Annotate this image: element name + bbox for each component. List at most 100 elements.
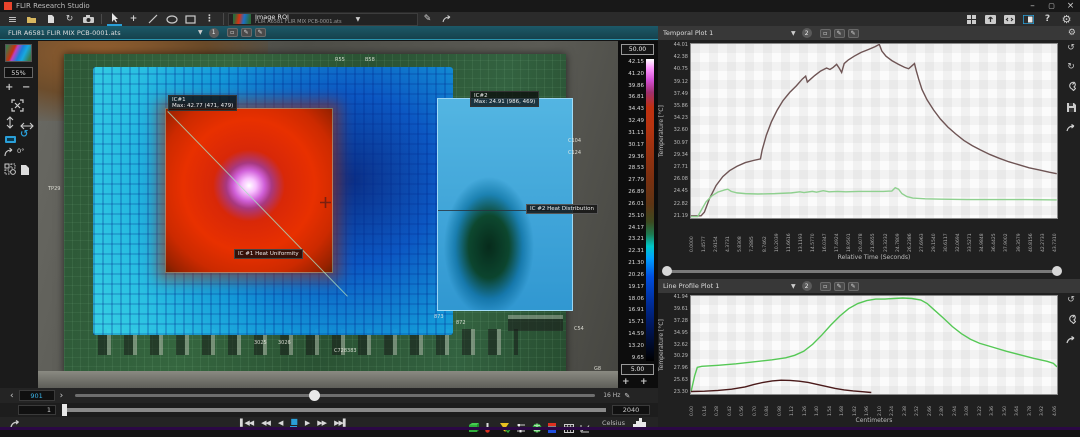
close-button[interactable]: ×	[1063, 0, 1078, 13]
frame-slider[interactable]	[75, 390, 595, 401]
edit-roi-pen-icon[interactable]: ✎	[420, 13, 435, 26]
more-options-icon[interactable]: ⋮	[202, 13, 217, 26]
line-profile-plot-area[interactable]	[690, 295, 1058, 395]
scale-gradient-bar[interactable]	[646, 59, 654, 361]
skip-start-button[interactable]: ▌◀◀	[240, 419, 253, 427]
wrench-icon[interactable]	[1066, 81, 1076, 94]
trim-handle[interactable]	[62, 404, 67, 416]
frame-slider-handle[interactable]	[309, 390, 320, 401]
trim-track[interactable]	[62, 408, 606, 412]
current-frame-value[interactable]: 901	[19, 390, 55, 401]
rotation-value: 0°	[17, 147, 24, 155]
temporal-x-ticks: 0.00001.45772.91544.37315.83087.28858.74…	[690, 222, 1058, 252]
plot-settings-gear-icon[interactable]: ⚙	[1068, 28, 1076, 38]
temporal-plot-title[interactable]: Temporal Plot 1	[663, 29, 791, 37]
record-cube-icon[interactable]	[468, 418, 480, 428]
palette-range-icon[interactable]	[548, 418, 560, 428]
annotate-panel-button[interactable]: ✎	[255, 28, 266, 37]
line-profile-title[interactable]: Line Profile Plot 1	[663, 282, 791, 290]
line-tool[interactable]	[145, 13, 160, 26]
range-handle-left[interactable]	[662, 266, 672, 276]
units-value[interactable]: Celsius	[602, 419, 625, 427]
filter-funnel-icon[interactable]	[500, 418, 512, 428]
frame-slider-track[interactable]	[75, 394, 595, 397]
image-tab-title[interactable]: FLIR A6581 FLIR MIX PCB-0001.ats	[8, 29, 198, 37]
step-back-button[interactable]: ◀	[278, 419, 282, 427]
export-chart-icon[interactable]	[1066, 124, 1076, 135]
point-tool[interactable]: +	[126, 13, 141, 26]
data-table-icon[interactable]	[564, 418, 576, 428]
reset-view-icon[interactable]: ↺	[20, 129, 28, 140]
open-folder-icon[interactable]	[24, 13, 39, 26]
thermal-image-viewport[interactable]: IC#1 Max: 42.77 (471, 479) IC#2 Max: 24.…	[38, 41, 618, 388]
export-panel-icon[interactable]	[983, 13, 998, 26]
fast-forward-button[interactable]: ▶▶	[317, 419, 326, 427]
tick-label: 2.38	[903, 398, 908, 416]
edit-plot-button[interactable]: ✎	[834, 29, 845, 38]
scale-min-value[interactable]: 5.00	[621, 364, 654, 375]
zoom-in-button[interactable]: +	[5, 82, 13, 93]
menu-icon[interactable]: ≡	[5, 13, 20, 26]
minimize-button[interactable]: –	[1025, 0, 1040, 13]
annotate-plot-button[interactable]: ✎	[848, 29, 859, 38]
pan-scale-icon[interactable]: +	[640, 377, 648, 387]
globe-icon[interactable]	[532, 418, 544, 428]
thermometer-icon[interactable]	[484, 418, 496, 428]
adjust-sliders-icon[interactable]	[516, 418, 528, 428]
save-icon[interactable]	[1067, 103, 1076, 115]
active-layout-icon[interactable]	[1021, 13, 1036, 26]
detach-plot-button[interactable]: ▫	[820, 282, 831, 291]
temporal-plot-area[interactable]	[690, 43, 1058, 219]
settings-gear-icon[interactable]: ⚙	[1059, 13, 1074, 26]
time-range-slider[interactable]	[662, 266, 1062, 277]
redo-zoom-icon[interactable]: ↻	[1067, 62, 1075, 72]
chevron-down-icon[interactable]: ▼	[791, 283, 796, 290]
chevron-down-icon[interactable]: ▼	[356, 16, 361, 23]
maximize-button[interactable]: ▢	[1044, 0, 1059, 13]
zoom-level-value[interactable]: 55%	[4, 67, 33, 78]
detach-panel-button[interactable]: ▫	[227, 28, 238, 37]
sync-icon[interactable]: ↻	[62, 13, 77, 26]
scale-max-value[interactable]: 50.00	[621, 44, 654, 55]
palette-icon[interactable]	[4, 160, 16, 179]
export-chart-icon[interactable]	[1066, 336, 1076, 347]
detach-plot-button[interactable]: ▫	[820, 29, 831, 38]
annotate-plot-button[interactable]: ✎	[848, 282, 859, 291]
ellipse-tool[interactable]	[164, 13, 179, 26]
chevron-down-icon[interactable]: ▼	[198, 29, 203, 36]
zoom-out-button[interactable]: −	[22, 82, 30, 93]
copy-image-icon[interactable]	[20, 161, 30, 180]
chevron-down-icon[interactable]: ▼	[791, 30, 796, 37]
expand-panel-icon[interactable]	[1002, 13, 1017, 26]
select-cursor-tool[interactable]	[107, 13, 122, 26]
profile-y-axis-title: Temperature [°C]	[658, 295, 667, 395]
layout-grid-icon[interactable]	[964, 13, 979, 26]
preview-thumbnail[interactable]	[5, 44, 32, 62]
undo-zoom-icon[interactable]: ↺	[1067, 295, 1075, 305]
share-roi-icon[interactable]	[439, 13, 454, 26]
edit-plot-button[interactable]: ✎	[834, 282, 845, 291]
start-frame-value[interactable]: 1	[18, 405, 56, 415]
undo-zoom-icon[interactable]: ↺	[1067, 43, 1075, 53]
frame-rate-value[interactable]: 16 Hz	[603, 392, 620, 399]
tick-label: 13.1193	[799, 222, 804, 252]
skip-end-button[interactable]: ▶▶▌	[334, 419, 347, 427]
pan-image-icon[interactable]: +	[622, 377, 630, 387]
tick-label: 36.81	[628, 94, 644, 100]
help-icon[interactable]: ?	[1040, 13, 1055, 26]
play-button[interactable]: ▶	[305, 419, 309, 427]
range-track[interactable]	[666, 270, 1058, 273]
range-handle-right[interactable]	[1052, 266, 1062, 276]
file-icon[interactable]	[43, 13, 58, 26]
camera-icon[interactable]	[81, 13, 96, 26]
edit-frame-rate-pen-icon[interactable]: ✎	[624, 392, 630, 400]
wrench-icon[interactable]	[1066, 314, 1076, 327]
prev-frame-button[interactable]: ‹	[10, 391, 14, 401]
rewind-button[interactable]: ◀◀	[261, 419, 270, 427]
next-frame-button[interactable]: ›	[60, 391, 64, 401]
tick-label: 42.15	[628, 59, 644, 65]
rectangle-tool[interactable]	[183, 13, 198, 26]
roi-selector[interactable]: Image ROI FLIR A6581 FLIR MIX PCB-0001.a…	[228, 13, 418, 26]
trend-chart-icon[interactable]	[580, 418, 592, 428]
edit-panel-button[interactable]: ✎	[241, 28, 252, 37]
